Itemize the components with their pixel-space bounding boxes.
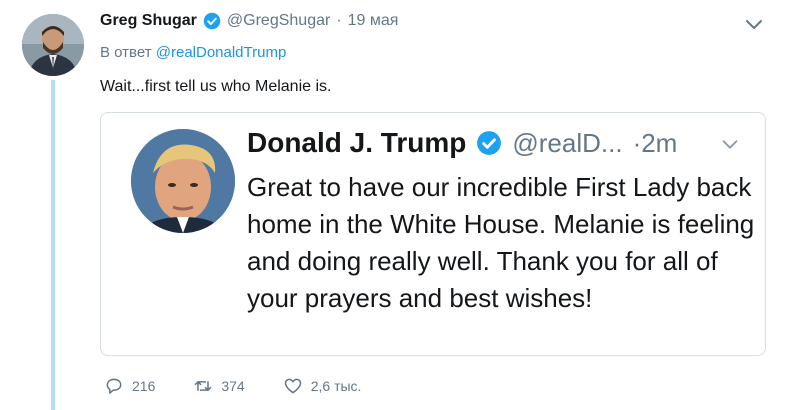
quoted-tweet-text: Great to have our incredible First Lady …	[247, 172, 755, 313]
tweet-text: Wait...first tell us who Melanie is.	[100, 78, 332, 95]
quoted-tweet-header: Donald J. Trump @realD... ·2m	[247, 127, 677, 159]
thread-line	[51, 80, 55, 410]
reply-icon	[104, 376, 124, 396]
separator-dot: ·	[336, 12, 342, 29]
retweet-button[interactable]: 374	[193, 376, 245, 396]
chevron-down-icon[interactable]	[719, 133, 741, 155]
retweet-icon	[193, 376, 213, 396]
quoted-author-handle[interactable]: @realD...	[512, 128, 622, 159]
quoted-author-avatar-image	[131, 129, 235, 233]
tweet-date[interactable]: 19 мая	[348, 12, 399, 30]
quoted-tweet-card[interactable]: Donald J. Trump @realD... ·2m Great to h…	[100, 112, 766, 356]
reply-context: В ответ @realDonaldTrump	[100, 44, 286, 61]
quoted-author-avatar[interactable]	[131, 129, 235, 233]
author-name[interactable]: Greg Shugar	[100, 12, 197, 30]
like-count: 2,6 тыс.	[310, 378, 362, 394]
verified-badge-icon	[203, 12, 221, 30]
author-avatar-image	[22, 14, 84, 76]
reply-count: 216	[132, 378, 156, 394]
retweet-count: 374	[221, 378, 245, 394]
tweet-actions: 216 374 2,6 тыс.	[104, 376, 399, 396]
chevron-down-icon[interactable]	[742, 12, 766, 36]
reply-button[interactable]: 216	[104, 376, 155, 396]
like-icon	[283, 376, 303, 396]
like-button[interactable]: 2,6 тыс.	[283, 376, 362, 396]
author-avatar[interactable]	[22, 14, 84, 76]
reply-prefix: В ответ	[100, 44, 152, 61]
reply-mention-link[interactable]: @realDonaldTrump	[156, 44, 287, 61]
quoted-tweet-time[interactable]: ·2m	[633, 128, 678, 159]
quoted-author-name[interactable]: Donald J. Trump	[247, 127, 466, 159]
tweet-header: Greg Shugar @GregShugar · 19 мая	[100, 12, 398, 30]
author-handle[interactable]: @GregShugar	[227, 12, 330, 30]
verified-badge-icon	[476, 130, 502, 156]
